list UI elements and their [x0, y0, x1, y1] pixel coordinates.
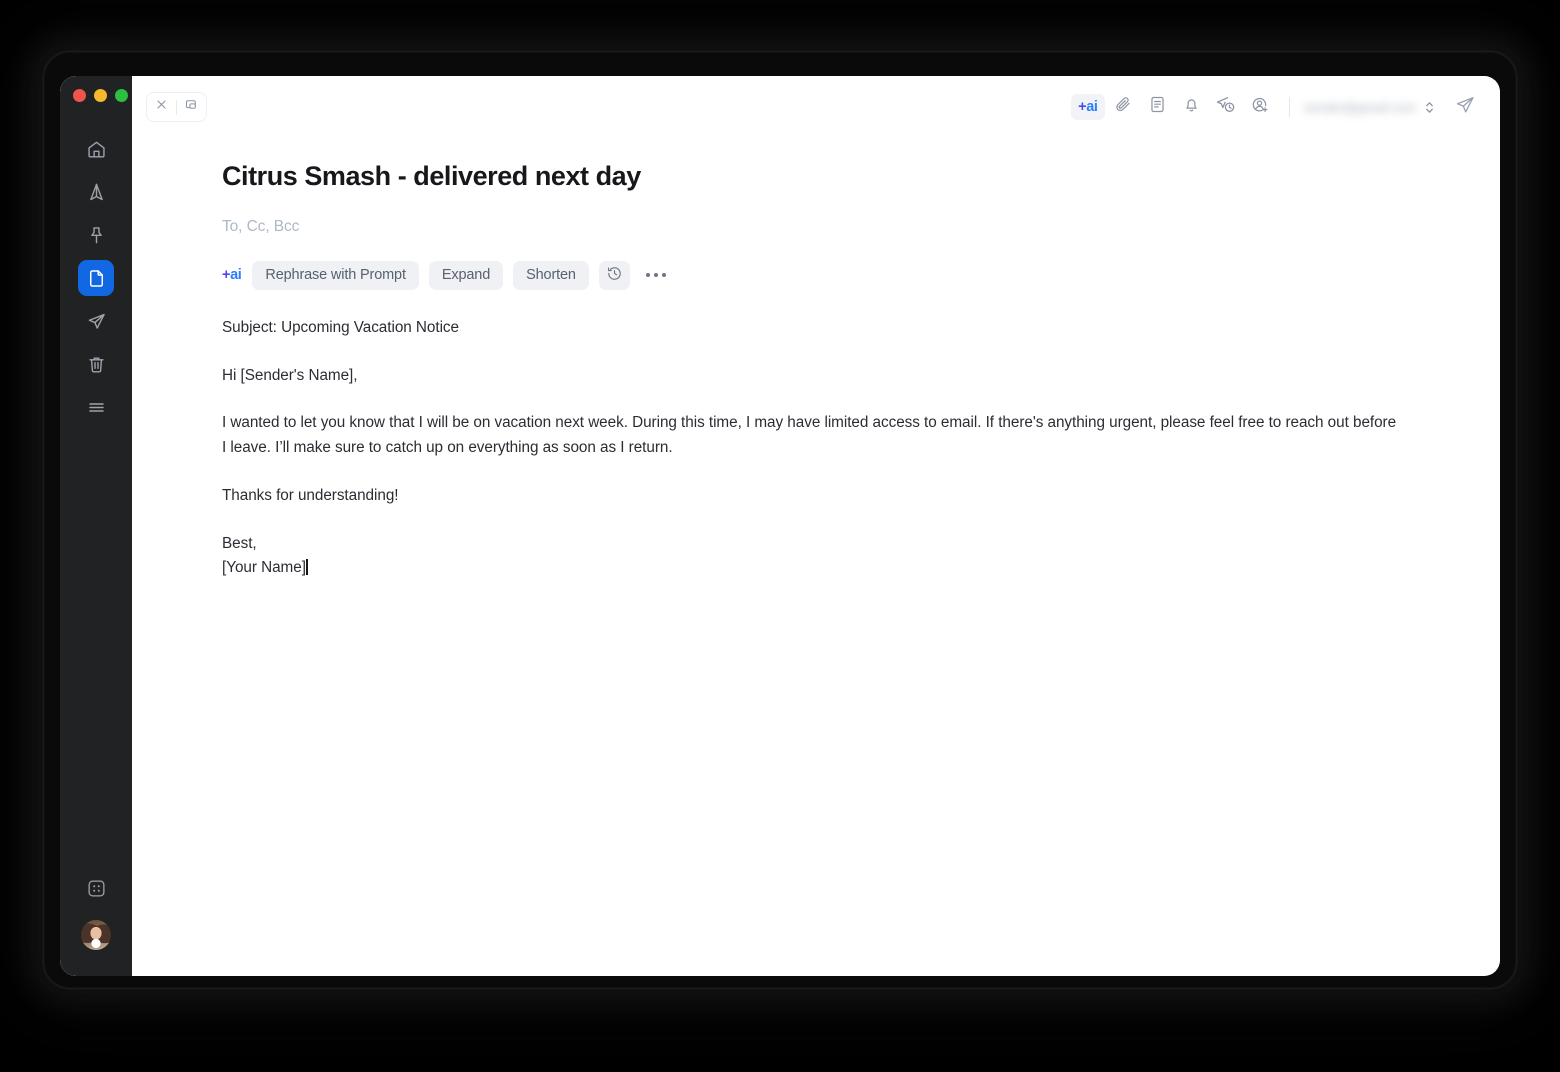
sidebar-item-apps[interactable] [78, 870, 114, 906]
signature-text: [Your Name] [222, 559, 306, 577]
ai-row-badge-text: ai [230, 267, 242, 284]
sidebar-item-trash[interactable] [78, 346, 114, 382]
send-button[interactable] [1448, 92, 1482, 122]
pin-icon [86, 225, 107, 246]
send-icon [1454, 94, 1476, 121]
ai-more-options-button[interactable] [640, 273, 672, 278]
sidebar-item-home[interactable] [78, 131, 114, 167]
compose-content: Citrus Smash - delivered next day To, Cc… [132, 138, 1500, 581]
document-icon [86, 268, 107, 289]
avatar[interactable] [81, 920, 111, 950]
sidebar-item-more[interactable] [78, 389, 114, 425]
templates-button[interactable] [1143, 92, 1173, 122]
sender-email: sender@gmail.com [1303, 99, 1416, 115]
message-body[interactable]: Subject: Upcoming Vacation Notice Hi [Se… [222, 316, 1402, 581]
bell-icon [1182, 95, 1201, 119]
text-cursor [306, 559, 308, 576]
sidebar-item-pinned[interactable] [78, 217, 114, 253]
send-later-icon [1215, 94, 1236, 120]
ai-row-badge: +ai [222, 267, 242, 284]
body-paragraph: Hi [Sender's Name], [222, 366, 358, 384]
ai-badge-plus: + [1078, 99, 1087, 115]
sidebar-item-sent[interactable] [78, 174, 114, 210]
minimize-window-button[interactable] [94, 89, 107, 102]
ellipsis-dot [661, 273, 666, 278]
ellipsis-dot [645, 273, 650, 278]
toolbar-divider [1288, 97, 1290, 117]
recipients-field[interactable]: To, Cc, Bcc [222, 218, 1452, 236]
ai-assist-button[interactable]: + ai [1070, 94, 1105, 120]
body-paragraph: I wanted to let you know that I will be … [222, 414, 1397, 457]
desktop-background: + ai sender@gmail.com Citrus Smash - del… [0, 0, 1560, 1072]
sidebar-bottom [78, 870, 114, 950]
sidebar-nav [78, 131, 114, 425]
close-icon [155, 98, 168, 116]
add-contact-icon [1250, 95, 1270, 120]
remind-me-button[interactable] [1177, 92, 1207, 122]
compose-window-controls [146, 92, 207, 122]
add-recipient-button[interactable] [1245, 92, 1275, 122]
paper-plane-icon [86, 311, 107, 332]
shorten-button[interactable]: Shorten [513, 260, 589, 290]
maximize-window-button[interactable] [115, 89, 128, 102]
chevron-updown-icon [1425, 100, 1434, 115]
app-window: + ai sender@gmail.com Citrus Smash - del… [60, 76, 1500, 976]
compose-toolbar: + ai sender@gmail.com [132, 76, 1500, 138]
ellipsis-dot [653, 273, 658, 278]
paperclip-icon [1114, 95, 1133, 119]
sidebar-item-outbox[interactable] [78, 303, 114, 339]
sidebar [60, 76, 132, 976]
compose-pane: + ai sender@gmail.com Citrus Smash - del… [132, 76, 1500, 976]
rephrase-with-prompt-button[interactable]: Rephrase with Prompt [252, 260, 419, 290]
expand-button[interactable]: Expand [428, 260, 504, 290]
sidebar-item-drafts[interactable] [78, 260, 114, 296]
body-signoff: Best, [222, 534, 257, 552]
body-signature: [Your Name] [222, 556, 1402, 581]
history-icon [606, 265, 623, 286]
template-icon [1148, 95, 1167, 119]
minimize-compose-button[interactable] [177, 93, 206, 121]
traffic-lights [73, 89, 128, 102]
ai-badge-text: ai [1086, 99, 1098, 115]
subject-field[interactable]: Citrus Smash - delivered next day [222, 160, 1452, 194]
body-paragraph: Subject: Upcoming Vacation Notice [222, 318, 459, 336]
ai-row-badge-plus: + [222, 267, 231, 284]
attach-file-button[interactable] [1109, 92, 1139, 122]
sender-selector[interactable]: sender@gmail.com [1304, 100, 1434, 115]
close-compose-button[interactable] [147, 93, 176, 121]
minimize-icon [184, 97, 199, 117]
home-icon [86, 139, 107, 160]
apps-grid-icon [86, 878, 107, 899]
body-paragraph: Thanks for understanding! [222, 486, 399, 504]
close-window-button[interactable] [73, 89, 86, 102]
trash-icon [86, 354, 107, 375]
menu-icon [86, 397, 107, 418]
ai-action-row: +ai Rephrase with Prompt Expand Shorten [222, 260, 1452, 290]
ai-history-button[interactable] [598, 260, 630, 290]
send-later-button[interactable] [1211, 92, 1241, 122]
compose-tools: + ai sender@gmail.com [1070, 92, 1482, 122]
send-up-icon [86, 182, 107, 203]
